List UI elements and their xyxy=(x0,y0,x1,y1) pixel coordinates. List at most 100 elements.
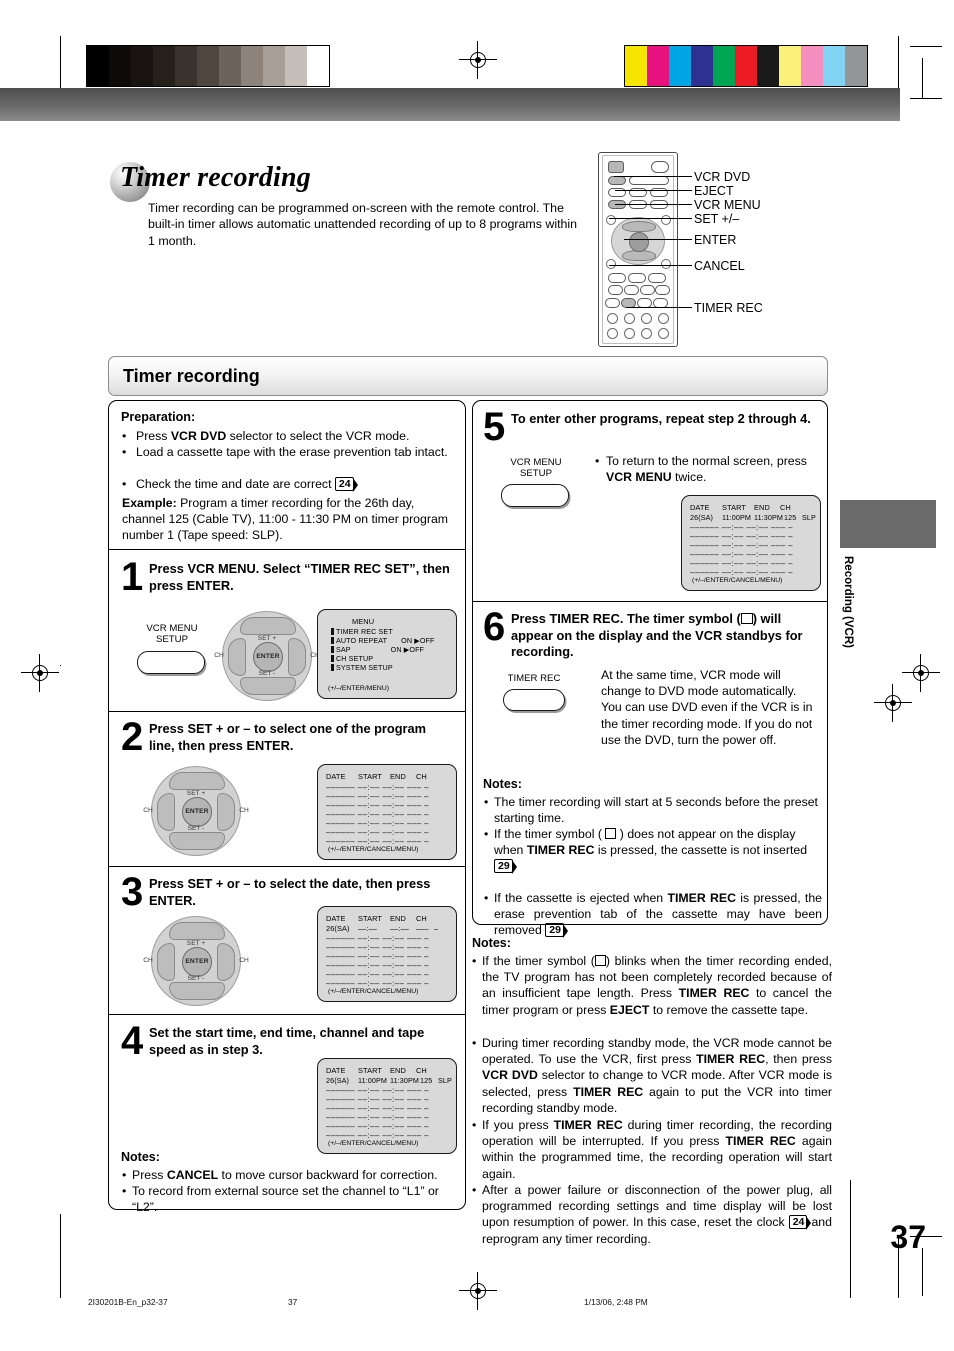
remote-button-corner-br xyxy=(661,259,671,269)
step-1-dpad[interactable]: ENTER SET + SET - CH CH xyxy=(214,611,320,701)
step-3-dpad-chup-label: CH xyxy=(239,957,249,964)
osd-step4-row-3[interactable]: –––––– ––:–– ––:–– ––– – xyxy=(326,1095,448,1104)
osd-step5-row-5[interactable]: –––––– ––:–– ––:–– ––– – xyxy=(690,550,812,559)
calibration-swatch xyxy=(779,46,801,86)
osd-menu-item-4[interactable]: SYSTEM SETUP xyxy=(331,663,448,672)
step-5-button-label: VCR MENU SETUP xyxy=(510,457,562,479)
calibration-swatch xyxy=(131,46,153,86)
callout-line-vcrdvd xyxy=(614,176,692,177)
osd-step4-row-5[interactable]: –––––– ––:–– ––:–– ––– – xyxy=(326,1113,448,1122)
remote-control-figure: VCR DVD EJECT VCR MENU SET +/– ENTER CAN… xyxy=(598,152,898,347)
osd-step3-headers: DATE START END CH xyxy=(326,914,427,923)
divider-step2 xyxy=(109,866,465,868)
osd-step2-row-6[interactable]: –––––– ––:–– ––:–– ––– – xyxy=(326,828,448,837)
footer-doc-id: 2I30201B-En_p32-37 xyxy=(88,1297,168,1307)
osd-step3-row-7[interactable]: –––––– ––:–– ––:–– ––– – xyxy=(326,979,448,988)
osd-menu-item-1[interactable]: AUTO REPEAT ON ▶OFF xyxy=(331,636,448,645)
remote-button-r5c xyxy=(648,273,666,283)
step-3-dpad-enter[interactable]: ENTER xyxy=(182,947,212,977)
page-ref-24-prep[interactable]: 24 xyxy=(334,477,358,492)
osd-step4-row-6[interactable]: –––––– ––:–– ––:–– ––– – xyxy=(326,1122,448,1131)
osd-step2-row-1[interactable]: –––––– ––:–– ––:–– ––– – xyxy=(326,783,448,792)
step-5-vcr-menu-button[interactable] xyxy=(501,484,569,507)
osd-step3-row-2[interactable]: –––––– ––:–– ––:–– ––– – xyxy=(326,934,448,943)
step-2-dpad-up[interactable] xyxy=(169,772,225,790)
osd-step2-row-2[interactable]: –––––– ––:–– ––:–– ––– – xyxy=(326,792,448,801)
notes-bottom-bullet-4: • After a power failure or disconnection … xyxy=(472,1183,832,1246)
side-tab-label: Recording (VCR) xyxy=(842,556,854,648)
notes-step6-bullet-2: • If the timer symbol ( ) does not appear… xyxy=(484,827,808,875)
calibration-swatch xyxy=(175,46,197,86)
remote-keypad-5 xyxy=(607,328,618,339)
page-ref-29-a[interactable]: 29 xyxy=(494,859,517,875)
osd-step2-row-3[interactable]: –––––– ––:–– ––:–– ––– – xyxy=(326,801,448,810)
osd-step3-row-3[interactable]: –––––– ––:–– ––:–– ––– – xyxy=(326,943,448,952)
divider-step1 xyxy=(109,711,465,713)
menu-square-icon xyxy=(331,646,334,653)
osd-step5-row-4[interactable]: –––––– ––:–– ––:–– ––– – xyxy=(690,541,812,550)
step-2-dpad-down[interactable] xyxy=(169,832,225,850)
remote-button-corner-tr xyxy=(661,215,671,225)
remote-dpad xyxy=(611,217,665,265)
remote-button-r6c xyxy=(640,285,655,295)
step-6-timer-rec-button[interactable] xyxy=(503,689,565,711)
menu-square-icon xyxy=(331,664,334,671)
osd-step4-row-filled[interactable]: 26(SA) 11:00PM 11:30PM125 SLP xyxy=(326,1076,452,1085)
osd-step3-row-6[interactable]: –––––– ––:–– ––:–– ––– – xyxy=(326,970,448,979)
step-6-button-label: TIMER REC xyxy=(507,673,561,684)
callout-line-timerrec xyxy=(626,307,692,308)
osd-step3-row-4[interactable]: –––––– ––:–– ––:–– ––– – xyxy=(326,952,448,961)
osd-step5-row-7[interactable]: –––––– ––:–– ––:–– ––– – xyxy=(690,568,812,577)
osd-step5-row-filled[interactable]: 26(SA) 11:00PM 11:30PM125 SLP xyxy=(690,513,816,522)
step-6-text: Press TIMER REC. The timer symbol () wil… xyxy=(511,611,803,659)
header-gradient-band xyxy=(0,88,900,121)
calibration-swatch xyxy=(109,46,131,86)
osd-step4-headers: DATE START END CH xyxy=(326,1066,427,1075)
osd-timer-screen-step3: DATE START END CH 26(SA) ––:–– ––:–– ––– – ––––… xyxy=(317,906,457,1002)
osd-step2-row-4[interactable]: –––––– ––:–– ––:–– ––– – xyxy=(326,810,448,819)
step-1-dpad-down[interactable] xyxy=(240,677,296,695)
preparation-example: Example: Program a timer recording for t… xyxy=(122,495,458,544)
step-6-body: At the same time, VCR mode will change t… xyxy=(601,668,813,747)
section-header-bar: Timer recording xyxy=(108,356,828,396)
step-2-dpad-enter[interactable]: ENTER xyxy=(182,797,212,827)
timer-symbol-icon xyxy=(594,955,606,966)
step-1-dpad-enter[interactable]: ENTER xyxy=(253,642,283,672)
step-1-dpad-up[interactable] xyxy=(240,617,296,635)
calibration-swatch xyxy=(625,46,647,86)
callout-line-set xyxy=(609,218,692,219)
osd-menu-item-0[interactable]: TIMER REC SET xyxy=(331,627,448,636)
callout-label-timerrec: TIMER REC xyxy=(694,301,763,315)
remote-keypad-4 xyxy=(658,313,669,324)
section-header-label: Timer recording xyxy=(123,366,260,386)
notes-step4-heading: Notes: xyxy=(121,1150,160,1164)
osd-step2-row-5[interactable]: –––––– ––:–– ––:–– ––– – xyxy=(326,819,448,828)
step-1-dpad-chdown-label: CH xyxy=(214,652,224,659)
osd-step3-row-5[interactable]: –––––– ––:–– ––:–– ––– – xyxy=(326,961,448,970)
remote-body xyxy=(598,152,678,347)
osd-menu-item-3[interactable]: CH SETUP xyxy=(331,654,448,663)
step-2-dpad[interactable]: ENTER SET + SET - CH CH xyxy=(143,766,249,856)
osd-step3-row-filled[interactable]: 26(SA) ––:–– ––:–– ––– – xyxy=(326,924,448,933)
osd-step4-row-2[interactable]: –––––– ––:–– ––:–– ––– – xyxy=(326,1086,448,1095)
step-1-text: Press VCR MENU. Select “TIMER REC SET”, … xyxy=(149,561,450,593)
right-column-panel: 5 To enter other programs, repeat step 2… xyxy=(472,400,828,939)
osd-step4-row-4[interactable]: –––––– ––:–– ––:–– ––– – xyxy=(326,1104,448,1113)
dpad-down-arrow xyxy=(622,250,656,261)
page-ref-24-bottom[interactable]: 24 xyxy=(788,1215,812,1231)
osd-step5-row-2[interactable]: –––––– ––:–– ––:–– ––– – xyxy=(690,523,812,532)
step-3-dpad-down[interactable] xyxy=(169,982,225,1000)
bottom-notes-block: Notes: • If the timer symbol () blinks wh… xyxy=(472,935,832,1246)
page-number: 37 xyxy=(890,1219,926,1255)
osd-step5-row-6[interactable]: –––––– ––:–– ––:–– ––– – xyxy=(690,559,812,568)
step-3-dpad-up[interactable] xyxy=(169,922,225,940)
registration-mark-left xyxy=(21,654,59,692)
osd-step4-row-7[interactable]: –––––– ––:–– ––:–– ––– – xyxy=(326,1131,448,1140)
osd-step2-row-7[interactable]: –––––– ––:–– ––:–– ––– – xyxy=(326,837,448,846)
remote-button-setplus xyxy=(606,215,616,225)
step-3-dpad[interactable]: ENTER SET + SET - CH CH xyxy=(143,916,249,1006)
menu-square-icon xyxy=(331,628,334,635)
osd-step5-row-3[interactable]: –––––– ––:–– ––:–– ––– – xyxy=(690,532,812,541)
osd-menu-item-2[interactable]: SAP ON ▶OFF xyxy=(331,645,448,654)
step-1-vcr-menu-button[interactable] xyxy=(137,651,205,674)
